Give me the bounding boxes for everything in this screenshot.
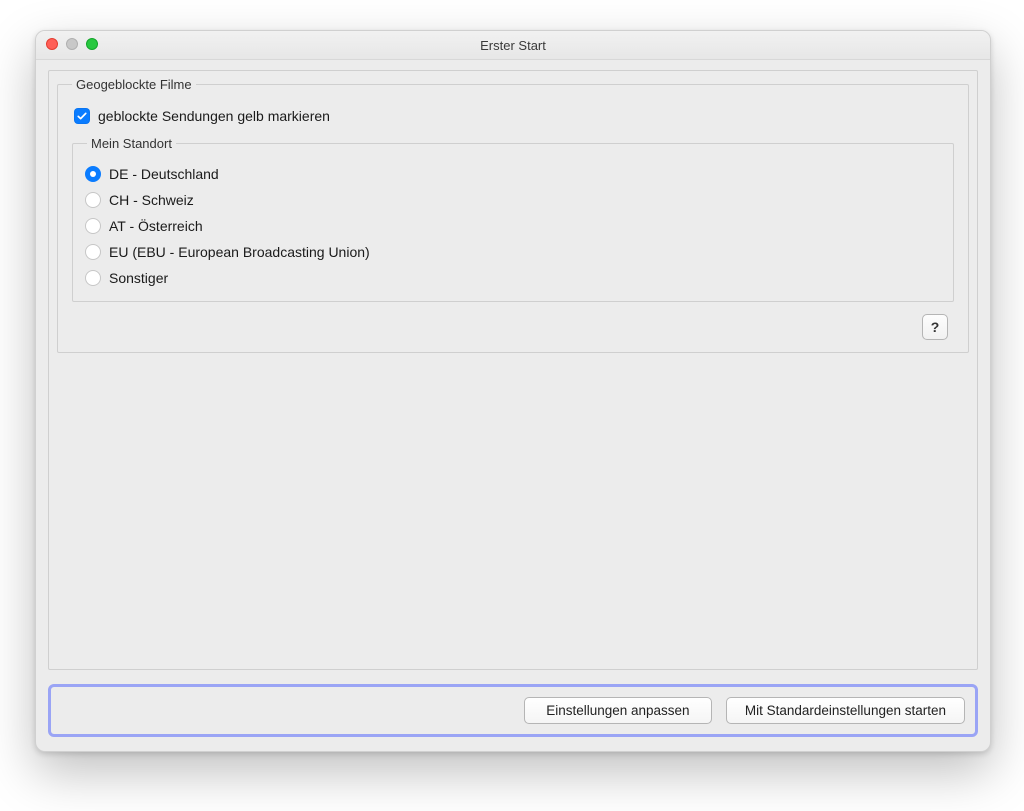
location-option-label: Sonstiger: [109, 270, 168, 286]
checkbox-checked-icon[interactable]: [74, 108, 90, 124]
start-with-defaults-button[interactable]: Mit Standardeinstellungen starten: [726, 697, 965, 724]
close-window-button[interactable]: [46, 38, 58, 50]
location-option-other[interactable]: Sonstiger: [83, 265, 943, 291]
radio-icon[interactable]: [85, 270, 101, 286]
mark-blocked-label: geblockte Sendungen gelb markieren: [98, 108, 330, 124]
radio-icon[interactable]: [85, 218, 101, 234]
location-option-at[interactable]: AT - Österreich: [83, 213, 943, 239]
window: Erster Start Geogeblockte Filme geblockt…: [35, 30, 991, 752]
location-option-label: CH - Schweiz: [109, 192, 194, 208]
location-option-ch[interactable]: CH - Schweiz: [83, 187, 943, 213]
location-option-de[interactable]: DE - Deutschland: [83, 161, 943, 187]
titlebar: Erster Start: [36, 31, 990, 60]
location-option-label: AT - Österreich: [109, 218, 203, 234]
location-option-eu[interactable]: EU (EBU - European Broadcasting Union): [83, 239, 943, 265]
radio-selected-icon[interactable]: [85, 166, 101, 182]
zoom-window-button[interactable]: [86, 38, 98, 50]
help-button[interactable]: ?: [922, 314, 948, 340]
customize-settings-button[interactable]: Einstellungen anpassen: [524, 697, 712, 724]
window-title: Erster Start: [480, 38, 546, 53]
location-option-label: DE - Deutschland: [109, 166, 219, 182]
content-area: Geogeblockte Filme geblockte Sendungen g…: [36, 60, 990, 751]
traffic-lights: [46, 38, 98, 50]
question-mark-icon: ?: [931, 319, 940, 335]
location-group: Mein Standort DE - Deutschland CH - Schw…: [72, 136, 954, 302]
geoblock-legend: Geogeblockte Filme: [72, 77, 196, 92]
geoblock-group: Geogeblockte Filme geblockte Sendungen g…: [57, 77, 969, 353]
radio-icon[interactable]: [85, 244, 101, 260]
footer-button-bar: Einstellungen anpassen Mit Standardeinst…: [48, 684, 978, 737]
main-panel: Geogeblockte Filme geblockte Sendungen g…: [48, 70, 978, 670]
radio-icon[interactable]: [85, 192, 101, 208]
mark-blocked-checkbox-row[interactable]: geblockte Sendungen gelb markieren: [68, 106, 958, 136]
minimize-window-button: [66, 38, 78, 50]
location-option-label: EU (EBU - European Broadcasting Union): [109, 244, 370, 260]
location-legend: Mein Standort: [87, 136, 176, 151]
